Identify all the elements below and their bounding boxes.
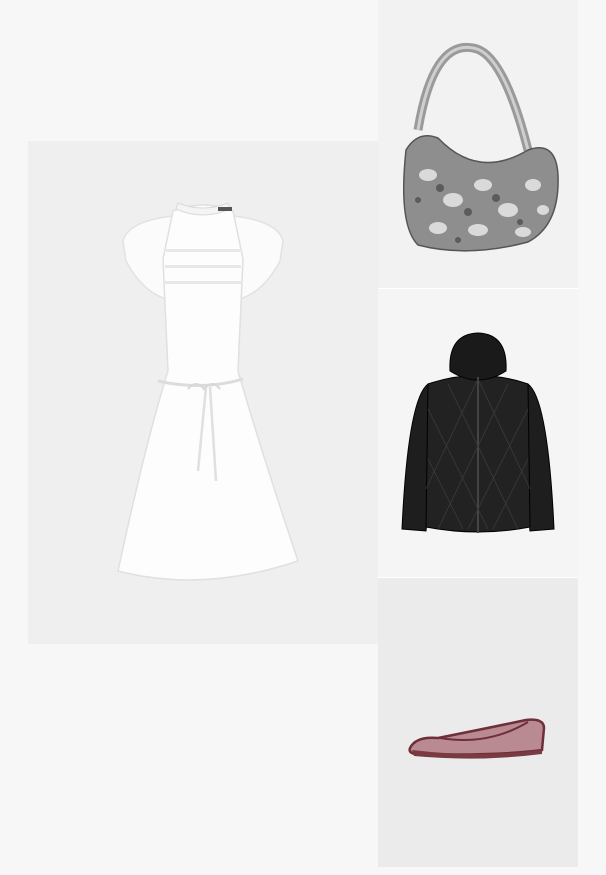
snakeskin-shoulder-bag-image <box>402 42 559 252</box>
product-tile-dress[interactable] <box>28 141 378 644</box>
product-tile-jacket[interactable] <box>378 289 578 578</box>
white-dress-image <box>117 202 299 581</box>
burgundy-mesh-flat-image <box>408 718 546 759</box>
product-tile-shoes[interactable] <box>378 578 578 867</box>
black-quilted-jacket-image <box>401 332 555 533</box>
product-tile-bag[interactable] <box>378 0 578 289</box>
